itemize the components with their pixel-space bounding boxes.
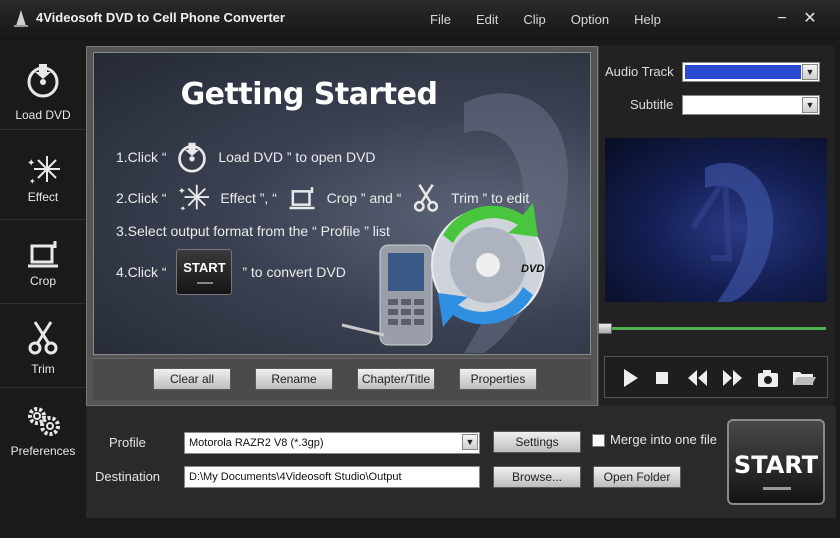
- destination-label: Destination: [95, 469, 161, 484]
- camera-icon[interactable]: [755, 365, 781, 391]
- open-folder-button[interactable]: Open Folder: [593, 466, 681, 488]
- menu-file[interactable]: File: [430, 12, 451, 27]
- properties-button[interactable]: Properties: [459, 368, 537, 390]
- open-folder-icon[interactable]: [791, 365, 817, 391]
- sidebar-item-effect[interactable]: ✦ ✦ Effect: [0, 138, 86, 220]
- effect-icon: ✦ ✦: [27, 156, 60, 186]
- step-4-prefix: 4.Click “: [116, 264, 167, 280]
- step-2-prefix: 2.Click “: [116, 190, 167, 206]
- sidebar-label-load-dvd: Load DVD: [15, 108, 71, 122]
- step-4-suffix: ” to convert DVD: [242, 264, 346, 280]
- menu-bar: File Edit Clip Option Help: [430, 12, 686, 27]
- merge-label: Merge into one file: [610, 432, 717, 447]
- load-dvd-icon: [178, 142, 207, 173]
- start-mini-button-icon: START: [176, 249, 233, 295]
- seek-handle[interactable]: [598, 323, 612, 334]
- svg-text:✦: ✦: [180, 204, 187, 213]
- step-1: 1.Click “ Load DVD ” to open DVD: [116, 141, 376, 173]
- gears-icon: [28, 407, 60, 436]
- seek-track: [610, 327, 826, 330]
- title-bar: 4Videosoft DVD to Cell Phone Converter F…: [0, 0, 840, 40]
- settings-button[interactable]: Settings: [493, 431, 581, 453]
- chevron-down-icon: ▼: [802, 64, 818, 80]
- phone-dvd-graphic: [341, 203, 545, 346]
- menu-option[interactable]: Option: [571, 12, 609, 27]
- audio-track-select[interactable]: ▼: [682, 62, 820, 82]
- profile-dropdown-arrow: ▼: [462, 434, 478, 452]
- dvd-badge: DVD: [521, 263, 545, 275]
- load-dvd-icon: [27, 64, 59, 98]
- sidebar-item-trim[interactable]: Trim: [0, 306, 86, 388]
- crop-icon: [28, 241, 58, 268]
- play-icon[interactable]: [617, 365, 643, 391]
- sidebar-label-effect: Effect: [27, 190, 59, 204]
- getting-started-title: Getting Started: [180, 77, 438, 112]
- start-button-bar: [763, 487, 791, 490]
- rewind-icon[interactable]: [685, 365, 711, 391]
- minimize-button[interactable]: −: [772, 10, 792, 28]
- sidebar-label-trim: Trim: [31, 362, 55, 376]
- effect-icon: ✦ ✦: [178, 184, 210, 213]
- sidebar-label-preferences: Preferences: [10, 444, 76, 458]
- audio-track-selected-value: [685, 65, 801, 79]
- fast-forward-icon[interactable]: [719, 365, 745, 391]
- playback-controls: [604, 356, 828, 398]
- profile-select[interactable]: Motorola RAZR2 V8 (*.3gp) ▼: [184, 432, 480, 454]
- svg-text:✦: ✦: [178, 186, 186, 197]
- audio-track-label: Audio Track: [605, 64, 674, 79]
- crop-icon: [289, 187, 315, 210]
- svg-text:✦: ✦: [27, 158, 35, 169]
- app-title: 4Videosoft DVD to Cell Phone Converter: [36, 10, 285, 25]
- menu-help[interactable]: Help: [634, 12, 661, 27]
- chapter-title-button[interactable]: Chapter/Title: [357, 368, 435, 390]
- chevron-down-icon: ▼: [802, 97, 818, 113]
- close-button[interactable]: ✕: [800, 10, 820, 28]
- browse-button[interactable]: Browse...: [493, 466, 581, 488]
- step-4: 4.Click “ START ” to convert DVD: [116, 249, 346, 295]
- step-1-suffix: Load DVD ” to open DVD: [218, 149, 376, 165]
- stop-icon[interactable]: [649, 365, 675, 391]
- app-logo-icon: [14, 10, 28, 27]
- step-1-prefix: 1.Click “: [116, 149, 167, 165]
- sidebar-item-crop[interactable]: Crop: [0, 222, 86, 304]
- sidebar: Load DVD ✦ ✦ Effect Crop Trim Preference…: [0, 48, 86, 478]
- destination-input[interactable]: D:\My Documents\4Videosoft Studio\Output: [184, 466, 480, 488]
- start-button-label: START: [733, 451, 819, 479]
- sidebar-item-preferences[interactable]: Preferences: [0, 390, 86, 472]
- rename-button[interactable]: Rename: [255, 368, 333, 390]
- profile-selected-value: Motorola RAZR2 V8 (*.3gp): [189, 437, 324, 449]
- menu-clip[interactable]: Clip: [523, 12, 545, 27]
- svg-text:✦: ✦: [29, 177, 36, 186]
- profile-label: Profile: [109, 435, 146, 450]
- subtitle-label: Subtitle: [630, 97, 674, 112]
- scissors-icon: [28, 321, 58, 355]
- output-settings-area: [86, 406, 836, 518]
- merge-checkbox[interactable]: [592, 434, 605, 447]
- sidebar-item-load-dvd[interactable]: Load DVD: [0, 48, 86, 130]
- seek-bar[interactable]: [598, 322, 828, 336]
- chevron-down-icon: ▼: [462, 434, 478, 450]
- menu-edit[interactable]: Edit: [476, 12, 498, 27]
- step-2-effect: Effect ”, “: [220, 190, 277, 206]
- video-preview: [605, 138, 827, 302]
- getting-started-panel: Getting Started 1.Click “ Load DVD ” to …: [93, 52, 591, 355]
- file-action-bar: Clear all Rename Chapter/Title Propertie…: [93, 358, 591, 400]
- preview-logo-graphic: [690, 162, 774, 302]
- clear-all-button[interactable]: Clear all: [153, 368, 231, 390]
- start-button[interactable]: START: [727, 419, 825, 505]
- subtitle-select[interactable]: ▼: [682, 95, 820, 115]
- sidebar-label-crop: Crop: [29, 274, 56, 288]
